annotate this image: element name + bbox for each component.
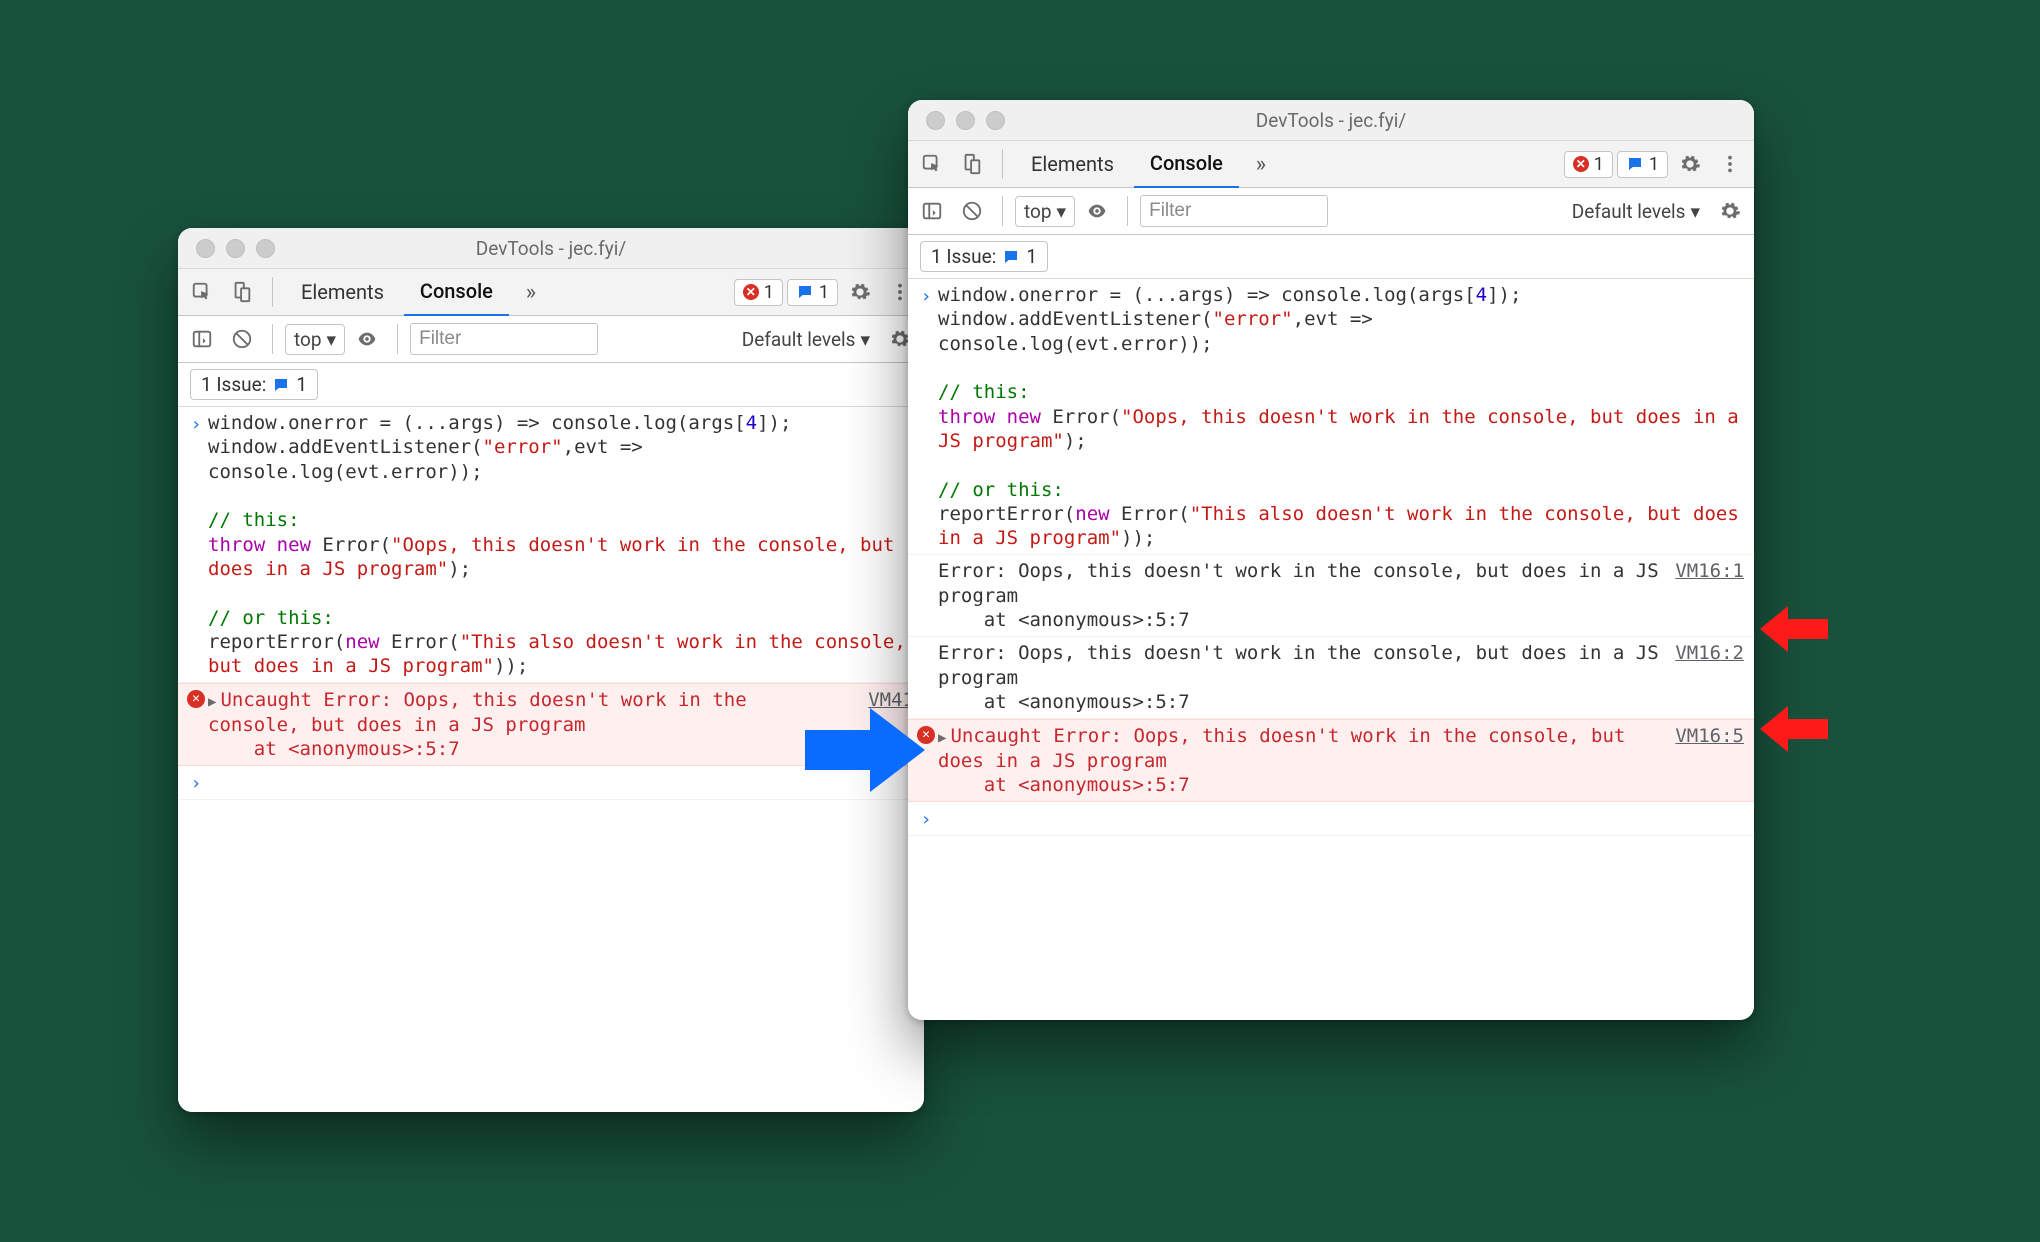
tab-elements[interactable]: Elements [285, 269, 400, 315]
inspect-icon[interactable] [914, 146, 950, 182]
chevron-down-icon: ▾ [327, 328, 337, 351]
live-expression-icon[interactable] [1079, 193, 1115, 229]
console-output[interactable]: › window.onerror = (...args) => console.… [908, 279, 1754, 1020]
clear-console-icon[interactable] [224, 321, 260, 357]
issues-label: 1 Issue: [931, 245, 996, 268]
device-toggle-icon[interactable] [954, 146, 990, 182]
gear-icon[interactable] [842, 274, 878, 310]
source-link[interactable]: VM16:1 [1662, 559, 1744, 632]
annotation-arrow-red [1758, 704, 1828, 754]
issues-count: 1 [1026, 245, 1037, 268]
source-link[interactable]: VM16:2 [1662, 641, 1744, 714]
log-levels-selector[interactable]: Default levels ▾ [1564, 197, 1708, 226]
window-title: DevTools - jec.fyi/ [178, 237, 924, 260]
more-tabs-icon[interactable]: » [513, 274, 549, 310]
error-count: 1 [1594, 154, 1604, 175]
inspect-icon[interactable] [184, 274, 220, 310]
more-tabs-icon[interactable]: » [1243, 146, 1279, 182]
filter-input[interactable] [410, 323, 598, 355]
console-log-entry: Error: Oops, this doesn't work in the co… [908, 637, 1754, 719]
input-chevron-icon: › [921, 808, 932, 831]
issue-count: 1 [1649, 154, 1659, 175]
input-chevron-icon: › [921, 285, 932, 308]
console-input-entry: › window.onerror = (...args) => console.… [908, 279, 1754, 555]
message-icon [796, 283, 814, 301]
source-link[interactable]: VM16:5 [1662, 724, 1744, 797]
separator [272, 277, 273, 307]
annotation-arrow-red [1758, 604, 1828, 654]
error-count-badge[interactable]: ✕1 [734, 279, 783, 306]
issues-button[interactable]: 1 Issue: 1 [190, 369, 318, 400]
issues-row: 1 Issue: 1 [178, 363, 924, 407]
clear-console-icon[interactable] [954, 193, 990, 229]
gear-icon[interactable] [1712, 193, 1748, 229]
console-log-entry: Error: Oops, this doesn't work in the co… [908, 555, 1754, 637]
chevron-down-icon: ▾ [860, 328, 870, 351]
console-sidebar-toggle-icon[interactable] [184, 321, 220, 357]
issues-button[interactable]: 1 Issue: 1 [920, 241, 1048, 272]
error-icon: ✕ [187, 690, 205, 708]
device-toggle-icon[interactable] [224, 274, 260, 310]
main-toolbar: Elements Console » ✕1 1 [178, 269, 924, 316]
context-selector[interactable]: top ▾ [285, 324, 345, 355]
expand-triangle-icon[interactable]: ▶ [938, 730, 946, 746]
gear-icon[interactable] [1672, 146, 1708, 182]
window-title: DevTools - jec.fyi/ [908, 109, 1754, 132]
chevron-down-icon: ▾ [1057, 200, 1067, 223]
code-input: window.onerror = (...args) => console.lo… [938, 283, 1744, 550]
annotation-arrow-blue [800, 700, 930, 800]
window-titlebar: DevTools - jec.fyi/ [178, 228, 924, 269]
window-titlebar: DevTools - jec.fyi/ [908, 100, 1754, 141]
separator [272, 324, 273, 354]
filter-input[interactable] [1140, 195, 1328, 227]
message-icon [1002, 248, 1020, 266]
separator [1002, 196, 1003, 226]
chevron-down-icon: ▾ [1690, 200, 1700, 223]
code-input: window.onerror = (...args) => console.lo… [208, 411, 914, 678]
main-toolbar: Elements Console » ✕1 1 [908, 141, 1754, 188]
error-count-badge[interactable]: ✕1 [1564, 151, 1613, 178]
console-toolbar: top ▾ Default levels ▾ [178, 316, 924, 363]
error-message: Uncaught Error: Oops, this doesn't work … [938, 725, 1637, 796]
console-prompt[interactable]: › [908, 802, 1754, 836]
context-selector[interactable]: top ▾ [1015, 196, 1075, 227]
console-error-entry[interactable]: ✕ ▶Uncaught Error: Oops, this doesn't wo… [908, 719, 1754, 802]
kebab-menu-icon[interactable] [1712, 146, 1748, 182]
log-message: Error: Oops, this doesn't work in the co… [938, 641, 1662, 714]
separator [1002, 149, 1003, 179]
devtools-window-a: DevTools - jec.fyi/ Elements Console » ✕… [178, 228, 924, 1112]
issues-label: 1 Issue: [201, 373, 266, 396]
input-chevron-icon: › [191, 772, 202, 795]
separator [1127, 196, 1128, 226]
live-expression-icon[interactable] [349, 321, 385, 357]
log-levels-selector[interactable]: Default levels ▾ [734, 325, 878, 354]
issues-count: 1 [296, 373, 307, 396]
issues-row: 1 Issue: 1 [908, 235, 1754, 279]
message-icon [272, 376, 290, 394]
console-toolbar: top ▾ Default levels ▾ [908, 188, 1754, 235]
expand-triangle-icon[interactable]: ▶ [208, 694, 216, 710]
log-message: Error: Oops, this doesn't work in the co… [938, 559, 1662, 632]
error-message: Uncaught Error: Oops, this doesn't work … [208, 689, 758, 760]
error-count: 1 [764, 282, 774, 303]
tab-console[interactable]: Console [1134, 140, 1239, 189]
issue-count: 1 [819, 282, 829, 303]
issue-count-badge[interactable]: 1 [1617, 151, 1668, 178]
devtools-window-b: DevTools - jec.fyi/ Elements Console » ✕… [908, 100, 1754, 1020]
issue-count-badge[interactable]: 1 [787, 279, 838, 306]
input-chevron-icon: › [191, 413, 202, 436]
separator [397, 324, 398, 354]
tab-elements[interactable]: Elements [1015, 141, 1130, 187]
tab-console[interactable]: Console [404, 268, 509, 317]
message-icon [1626, 155, 1644, 173]
console-input-entry: › window.onerror = (...args) => console.… [178, 407, 924, 683]
console-sidebar-toggle-icon[interactable] [914, 193, 950, 229]
